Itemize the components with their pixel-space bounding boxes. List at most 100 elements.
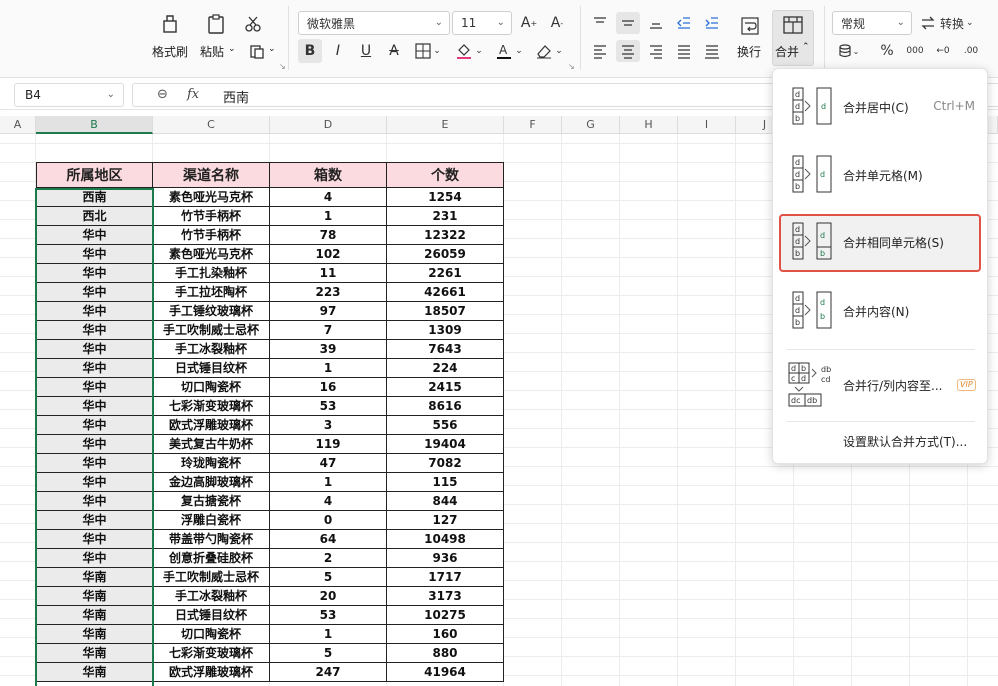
table-cell[interactable]: 18507	[387, 302, 504, 321]
table-cell[interactable]: 手工吹制威士忌杯	[153, 321, 270, 340]
column-header-e[interactable]: E	[387, 116, 504, 134]
increase-decimal-button[interactable]: ←0	[932, 40, 954, 62]
font-name-select[interactable]: 微软雅黑 ⌄	[298, 11, 450, 35]
zoom-icon[interactable]: ⊖	[157, 87, 168, 102]
menu-item-merge-content[interactable]: d d b d b 合并内容(N)	[779, 283, 981, 341]
table-cell[interactable]: 556	[387, 416, 504, 435]
table-cell[interactable]: 竹节手柄杯	[153, 226, 270, 245]
table-cell[interactable]: 19404	[387, 435, 504, 454]
column-header-b[interactable]: B	[36, 116, 153, 134]
table-cell[interactable]: 带盖带勺陶瓷杯	[153, 530, 270, 549]
table-cell[interactable]: 日式锤目纹杯	[153, 359, 270, 378]
percent-button[interactable]: %	[876, 40, 898, 62]
table-cell[interactable]: 7	[270, 321, 387, 340]
table-cell[interactable]: 160	[387, 625, 504, 644]
column-header-a[interactable]: A	[0, 116, 36, 134]
table-cell[interactable]: 素色哑光马克杯	[153, 245, 270, 264]
table-cell[interactable]: 日式锤目纹杯	[153, 606, 270, 625]
menu-item-merge-cells[interactable]: d d b d 合并单元格(M)	[779, 147, 981, 205]
table-cell[interactable]: 手工吹制威士忌杯	[153, 568, 270, 587]
table-cell[interactable]: 247	[270, 663, 387, 682]
table-cell[interactable]: 16	[270, 378, 387, 397]
decrease-decimal-button[interactable]: .00	[960, 40, 982, 62]
table-cell[interactable]: 切口陶瓷杯	[153, 625, 270, 644]
table-cell[interactable]: 浮雕白瓷杯	[153, 511, 270, 530]
table-cell[interactable]: 26059	[387, 245, 504, 264]
table-cell[interactable]: 1	[270, 207, 387, 226]
table-cell[interactable]: 复古搪瓷杯	[153, 492, 270, 511]
table-cell[interactable]: 102	[270, 245, 387, 264]
table-cell[interactable]: 切口陶瓷杯	[153, 378, 270, 397]
table-cell[interactable]: 2261	[387, 264, 504, 283]
menu-item-merge-same-cells[interactable]: d d b d b 合并相同单元格(S)	[779, 214, 981, 272]
table-cell[interactable]: 0	[270, 511, 387, 530]
table-cell[interactable]: 8616	[387, 397, 504, 416]
table-cell[interactable]: 880	[387, 644, 504, 663]
table-cell[interactable]: 223	[270, 283, 387, 302]
table-cell[interactable]: 1	[270, 625, 387, 644]
column-header-i[interactable]: I	[678, 116, 736, 134]
table-cell[interactable]: 美式复古牛奶杯	[153, 435, 270, 454]
table-cell[interactable]: 竹节手柄杯	[153, 207, 270, 226]
clipboard-dialog-icon[interactable]: ↘	[279, 62, 286, 71]
table-cell[interactable]: 手工拉坯陶杯	[153, 283, 270, 302]
table-cell[interactable]: 金边高脚玻璃杯	[153, 473, 270, 492]
table-cell[interactable]: 53	[270, 606, 387, 625]
table-cell[interactable]: 2415	[387, 378, 504, 397]
font-color-button[interactable]: A ⌄	[492, 39, 526, 63]
table-cell[interactable]: 78	[270, 226, 387, 245]
strikethrough-button[interactable]: A	[382, 39, 406, 63]
fill-color-button[interactable]: ⌄	[452, 39, 486, 63]
italic-button[interactable]: I	[326, 39, 350, 63]
table-cell[interactable]: 53	[270, 397, 387, 416]
clear-format-button[interactable]: ⌄	[532, 39, 566, 63]
table-cell[interactable]: 231	[387, 207, 504, 226]
table-cell[interactable]: 97	[270, 302, 387, 321]
table-header-cell[interactable]: 个数	[387, 162, 504, 188]
table-cell[interactable]: 11	[270, 264, 387, 283]
table-cell[interactable]: 手工冰裂釉杯	[153, 340, 270, 359]
decrease-indent-button[interactable]	[672, 12, 696, 34]
table-cell[interactable]: 7643	[387, 340, 504, 359]
table-cell[interactable]: 手工冰裂釉杯	[153, 587, 270, 606]
column-header-f[interactable]: F	[504, 116, 562, 134]
table-cell[interactable]: 3173	[387, 587, 504, 606]
table-cell[interactable]: 41964	[387, 663, 504, 682]
table-cell[interactable]: 七彩渐变玻璃杯	[153, 397, 270, 416]
table-cell[interactable]: 47	[270, 454, 387, 473]
table-cell[interactable]: 1254	[387, 188, 504, 207]
table-cell[interactable]: 1309	[387, 321, 504, 340]
wrap-text-button[interactable]	[736, 12, 764, 40]
table-cell[interactable]: 欧式浮雕玻璃杯	[153, 416, 270, 435]
cell-style-button[interactable]: ⌄	[834, 40, 862, 62]
table-cell[interactable]: 115	[387, 473, 504, 492]
align-right-button[interactable]	[644, 40, 668, 62]
merge-chevron-icon[interactable]: ⌃	[802, 42, 810, 52]
cut-button[interactable]	[240, 12, 266, 36]
table-cell[interactable]: 创意折叠硅胶杯	[153, 549, 270, 568]
table-cell[interactable]: 5	[270, 644, 387, 663]
table-cell[interactable]: 64	[270, 530, 387, 549]
font-dialog-icon[interactable]: ↘	[568, 62, 575, 71]
distributed-align-button[interactable]	[700, 40, 724, 62]
table-cell[interactable]: 10498	[387, 530, 504, 549]
align-left-button[interactable]	[588, 40, 612, 62]
table-cell[interactable]: 4	[270, 492, 387, 511]
table-cell[interactable]: 1	[270, 359, 387, 378]
menu-item-default-merge-setting[interactable]: 设置默认合并方式(T)...	[843, 433, 967, 450]
paste-button[interactable]	[200, 10, 232, 38]
convert-button[interactable]: 转换 ⌄	[920, 11, 980, 35]
table-cell[interactable]: 手工扎染釉杯	[153, 264, 270, 283]
table-cell[interactable]: 936	[387, 549, 504, 568]
column-header-g[interactable]: G	[562, 116, 620, 134]
table-cell[interactable]: 4	[270, 188, 387, 207]
table-cell[interactable]: 5	[270, 568, 387, 587]
table-cell[interactable]: 12322	[387, 226, 504, 245]
copy-button[interactable]	[244, 40, 270, 62]
table-cell[interactable]: 844	[387, 492, 504, 511]
number-format-select[interactable]: 常规 ⌄	[832, 11, 912, 35]
table-cell[interactable]: 素色哑光马克杯	[153, 188, 270, 207]
format-painter-button[interactable]	[150, 10, 190, 38]
align-bottom-button[interactable]	[644, 12, 668, 34]
table-cell[interactable]: 玲珑陶瓷杯	[153, 454, 270, 473]
